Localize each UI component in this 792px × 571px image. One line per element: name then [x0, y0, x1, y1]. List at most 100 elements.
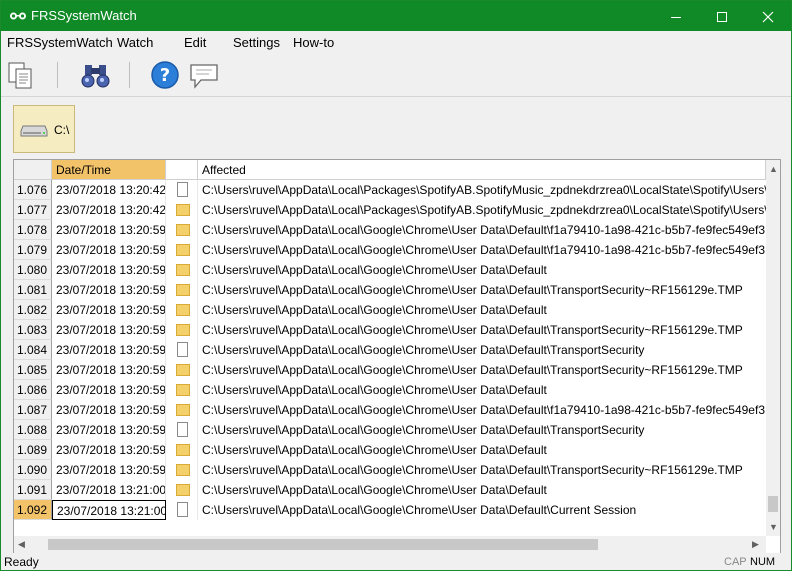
app-window: FRSSystemWatch FRSSystemWatch Watch Edit…	[0, 0, 792, 571]
vertical-scroll-thumb[interactable]	[768, 496, 778, 512]
scroll-right-icon[interactable]: ▶	[752, 539, 759, 550]
datetime-column-header[interactable]: Date/Time	[52, 160, 166, 180]
file-icon	[177, 502, 188, 517]
folder-icon	[176, 324, 190, 336]
row-affected-path: C:\Users\ruvel\AppData\Local\Google\Chro…	[202, 323, 743, 337]
row-number[interactable]: 1.089	[14, 440, 52, 460]
menu-settings[interactable]: Settings	[233, 35, 280, 50]
row-type-cell	[166, 460, 198, 480]
row-number[interactable]: 1.092	[14, 500, 52, 520]
folder-icon	[176, 244, 190, 256]
maximize-button[interactable]	[699, 1, 745, 31]
row-number[interactable]: 1.083	[14, 320, 52, 340]
folder-icon	[176, 464, 190, 476]
row-number[interactable]: 1.082	[14, 300, 52, 320]
grid-rows: 1.076 23/07/2018 13:20:42 C:\Users\ruvel\A…	[14, 180, 766, 520]
menu-watch[interactable]: Watch	[117, 35, 153, 50]
row-number[interactable]: 1.076	[14, 180, 52, 200]
row-number[interactable]: 1.078	[14, 220, 52, 240]
title-bar[interactable]: FRSSystemWatch	[1, 1, 791, 31]
row-number[interactable]: 1.080	[14, 260, 52, 280]
table-row[interactable]: 1.078 23/07/2018 13:20:59 C:\Users\ruvel\A…	[14, 220, 766, 240]
drive-label: C:\	[54, 123, 70, 137]
row-type-cell	[166, 220, 198, 240]
vertical-scrollbar[interactable]: ▲ ▼	[766, 160, 780, 536]
icon-column-header[interactable]	[166, 160, 198, 180]
scroll-left-icon[interactable]: ◀	[18, 539, 25, 550]
table-row[interactable]: 1.084 23/07/2018 13:20:59 C:\Users\ruvel\A…	[14, 340, 766, 360]
row-type-cell	[166, 320, 198, 340]
table-row[interactable]: 1.080 23/07/2018 13:20:59 C:\Users\ruvel\A…	[14, 260, 766, 280]
table-row[interactable]: 1.083 23/07/2018 13:20:59 C:\Users\ruvel\A…	[14, 320, 766, 340]
row-number[interactable]: 1.077	[14, 200, 52, 220]
row-datetime: 23/07/2018 13:20:59	[52, 360, 166, 380]
menu-how-to[interactable]: How-to	[293, 35, 334, 50]
horizontal-scrollbar[interactable]: ◀ ▶	[14, 536, 766, 553]
close-button[interactable]	[745, 1, 791, 31]
minimize-button[interactable]	[653, 1, 699, 31]
folder-icon	[176, 264, 190, 276]
folder-icon	[176, 364, 190, 376]
scroll-down-icon[interactable]: ▼	[769, 522, 778, 532]
help-icon: ?	[151, 61, 179, 89]
table-row[interactable]: 1.077 23/07/2018 13:20:42 C:\Users\ruvel\A…	[14, 200, 766, 220]
row-affected-path: C:\Users\ruvel\AppData\Local\Google\Chro…	[202, 483, 547, 497]
status-bar: Ready CAP NUM	[1, 553, 791, 570]
row-number[interactable]: 1.090	[14, 460, 52, 480]
copy-button[interactable]	[5, 59, 39, 91]
table-row[interactable]: 1.079 23/07/2018 13:20:59 C:\Users\ruvel\A…	[14, 240, 766, 260]
row-number[interactable]: 1.087	[14, 400, 52, 420]
row-affected-path: C:\Users\ruvel\AppData\Local\Packages\Sp…	[202, 203, 766, 217]
minimize-icon	[671, 17, 681, 19]
row-number[interactable]: 1.081	[14, 280, 52, 300]
row-datetime: 23/07/2018 13:20:59	[52, 340, 166, 360]
table-row[interactable]: 1.082 23/07/2018 13:20:59 C:\Users\ruvel\A…	[14, 300, 766, 320]
row-type-cell	[166, 480, 198, 500]
row-datetime: 23/07/2018 13:20:42	[52, 200, 166, 220]
row-number[interactable]: 1.088	[14, 420, 52, 440]
row-type-cell	[166, 180, 198, 200]
row-number[interactable]: 1.086	[14, 380, 52, 400]
row-type-cell	[166, 280, 198, 300]
row-type-cell	[166, 440, 198, 460]
table-row[interactable]: 1.092 23/07/2018 13:21:00 C:\Users\ruvel\A…	[14, 500, 766, 520]
row-affected-path: C:\Users\ruvel\AppData\Local\Google\Chro…	[202, 463, 743, 477]
table-row[interactable]: 1.088 23/07/2018 13:20:59 C:\Users\ruvel\A…	[14, 420, 766, 440]
glasses-icon	[10, 12, 26, 20]
scroll-up-icon[interactable]: ▲	[769, 164, 778, 174]
table-row[interactable]: 1.085 23/07/2018 13:20:59 C:\Users\ruvel\A…	[14, 360, 766, 380]
drive-c-button[interactable]: C:\	[13, 105, 75, 153]
row-affected-path: C:\Users\ruvel\AppData\Local\Google\Chro…	[202, 383, 547, 397]
row-affected-path: C:\Users\ruvel\AppData\Local\Google\Chro…	[202, 403, 766, 417]
table-row[interactable]: 1.091 23/07/2018 13:21:00 C:\Users\ruvel\A…	[14, 480, 766, 500]
row-type-cell	[166, 200, 198, 220]
row-datetime: 23/07/2018 13:20:59	[52, 440, 166, 460]
row-number[interactable]: 1.085	[14, 360, 52, 380]
table-row[interactable]: 1.076 23/07/2018 13:20:42 C:\Users\ruvel\A…	[14, 180, 766, 200]
help-button[interactable]: ?	[149, 59, 183, 91]
table-row[interactable]: 1.090 23/07/2018 13:20:59 C:\Users\ruvel\A…	[14, 460, 766, 480]
table-row[interactable]: 1.089 23/07/2018 13:20:59 C:\Users\ruvel\A…	[14, 440, 766, 460]
table-row[interactable]: 1.086 23/07/2018 13:20:59 C:\Users\ruvel\A…	[14, 380, 766, 400]
row-affected-path: C:\Users\ruvel\AppData\Local\Packages\Sp…	[202, 183, 766, 197]
close-icon	[762, 11, 774, 23]
menu-frssystemwatch[interactable]: FRSSystemWatch	[7, 35, 113, 50]
row-number[interactable]: 1.079	[14, 240, 52, 260]
row-type-cell	[166, 340, 198, 360]
row-number[interactable]: 1.084	[14, 340, 52, 360]
affected-column-header[interactable]: Affected	[198, 160, 766, 180]
folder-icon	[176, 284, 190, 296]
menu-edit[interactable]: Edit	[184, 35, 206, 50]
row-affected-path: C:\Users\ruvel\AppData\Local\Google\Chro…	[202, 443, 547, 457]
events-grid[interactable]: Date/Time Affected 1.076 23/07/2018 13:20…	[13, 159, 781, 554]
row-type-cell	[166, 400, 198, 420]
find-button[interactable]	[79, 59, 113, 91]
row-datetime: 23/07/2018 13:20:59	[52, 260, 166, 280]
horizontal-scroll-thumb[interactable]	[48, 539, 598, 550]
folder-icon	[176, 224, 190, 236]
table-row[interactable]: 1.081 23/07/2018 13:20:59 C:\Users\ruvel\A…	[14, 280, 766, 300]
table-row[interactable]: 1.087 23/07/2018 13:20:59 C:\Users\ruvel\A…	[14, 400, 766, 420]
comment-button[interactable]	[187, 59, 221, 91]
row-number[interactable]: 1.091	[14, 480, 52, 500]
row-affected-path: C:\Users\ruvel\AppData\Local\Google\Chro…	[202, 503, 637, 517]
